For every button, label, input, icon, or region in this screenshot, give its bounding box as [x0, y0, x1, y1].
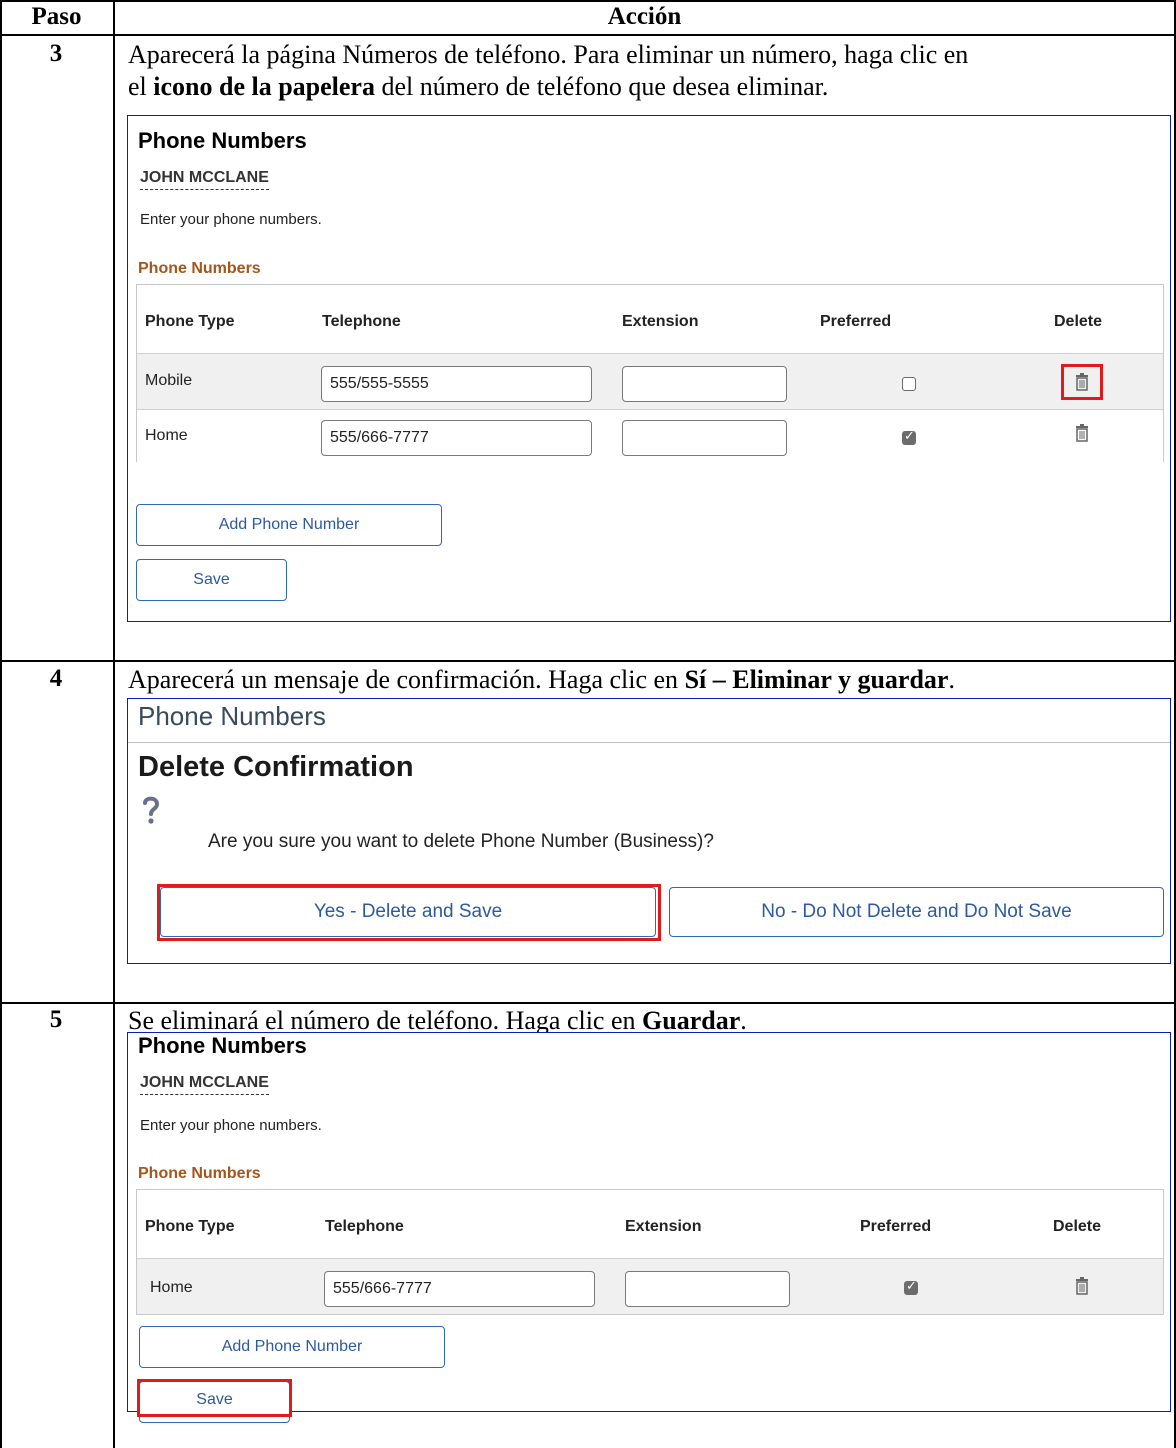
phone-numbers-panel: Phone Numbers JOHN MCCLANE Enter your ph…: [127, 1032, 1171, 1423]
add-phone-number-button[interactable]: Add Phone Number: [136, 504, 442, 546]
dialog-title: Delete Confirmation: [138, 751, 414, 783]
page-title: Phone Numbers: [138, 1033, 307, 1058]
extension-input[interactable]: [622, 366, 787, 402]
preferred-checkbox[interactable]: [902, 377, 916, 391]
phone-grid: Phone Type Telephone Extension Preferred…: [136, 284, 1164, 463]
header-separator: [128, 742, 1170, 743]
telephone-input[interactable]: 555/555-5555: [321, 366, 592, 402]
telephone-input[interactable]: 555/666-7777: [324, 1271, 595, 1307]
page-title: Phone Numbers: [138, 128, 307, 153]
step-instruction: Aparecerá la página Números de teléfono.…: [128, 40, 969, 101]
preferred-checkbox[interactable]: [902, 429, 916, 445]
col-delete: Delete: [1054, 313, 1103, 330]
instruction-text: Enter your phone numbers.: [140, 1117, 322, 1134]
question-icon: [143, 796, 160, 824]
preferred-checkbox[interactable]: [904, 1279, 918, 1295]
column-divider: [113, 0, 115, 1448]
table-row: Home 555/666-7777: [137, 1258, 1163, 1314]
phone-type: Mobile: [145, 372, 193, 389]
table-border-left: [0, 0, 2, 1448]
trash-icon[interactable]: [1075, 373, 1089, 391]
dialog-header: Phone Numbers: [138, 701, 326, 731]
col-extension: Extension: [625, 1218, 702, 1235]
extension-input[interactable]: [625, 1271, 790, 1307]
section-label: Phone Numbers: [138, 260, 261, 277]
save-button-highlight: [137, 1379, 292, 1417]
section-label: Phone Numbers: [138, 1165, 261, 1182]
header-action: Acción: [607, 3, 682, 30]
col-preferred: Preferred: [820, 313, 892, 330]
row-divider-5: [0, 1002, 1176, 1004]
col-telephone: Telephone: [322, 313, 401, 330]
instruction-text: Enter your phone numbers.: [140, 211, 322, 228]
dialog-message: Are you sure you want to delete Phone Nu…: [208, 831, 714, 852]
col-phone-type: Phone Type: [145, 1218, 235, 1235]
phone-numbers-panel: Phone Numbers JOHN MCCLANE Enter your ph…: [127, 115, 1171, 622]
table-row: Home 555/666-7777: [137, 409, 1163, 463]
person-name[interactable]: JOHN MCCLANE: [140, 1074, 269, 1095]
col-telephone: Telephone: [325, 1218, 404, 1235]
step-number: 3: [49, 40, 63, 67]
extension-input[interactable]: [622, 420, 787, 456]
no-do-not-delete-button[interactable]: No - Do Not Delete and Do Not Save: [669, 887, 1164, 937]
step-number: 4: [49, 665, 63, 692]
step-number: 5: [49, 1006, 63, 1033]
add-phone-number-button[interactable]: Add Phone Number: [139, 1326, 445, 1368]
person-name[interactable]: JOHN MCCLANE: [140, 169, 269, 190]
yes-button-highlight: [157, 884, 661, 941]
col-phone-type: Phone Type: [145, 313, 235, 330]
telephone-input[interactable]: 555/666-7777: [321, 420, 592, 456]
row-divider-4: [0, 660, 1176, 662]
phone-type: Home: [150, 1279, 193, 1296]
step-instruction: Aparecerá un mensaje de confirmación. Ha…: [128, 665, 955, 694]
trash-icon[interactable]: [1075, 424, 1089, 442]
phone-grid: Phone Type Telephone Extension Preferred…: [136, 1189, 1164, 1315]
header-divider: [0, 34, 1176, 36]
header-step: Paso: [31, 3, 82, 30]
delete-confirmation-dialog: Phone Numbers Delete Confirmation Are yo…: [127, 698, 1171, 964]
col-preferred: Preferred: [860, 1218, 932, 1235]
save-button[interactable]: Save: [136, 559, 287, 601]
table-border-top: [0, 0, 1176, 2]
trash-icon[interactable]: [1075, 1277, 1089, 1295]
col-delete: Delete: [1053, 1218, 1102, 1235]
col-extension: Extension: [622, 313, 699, 330]
phone-type: Home: [145, 427, 188, 444]
table-row: Mobile 555/555-5555: [137, 353, 1163, 409]
